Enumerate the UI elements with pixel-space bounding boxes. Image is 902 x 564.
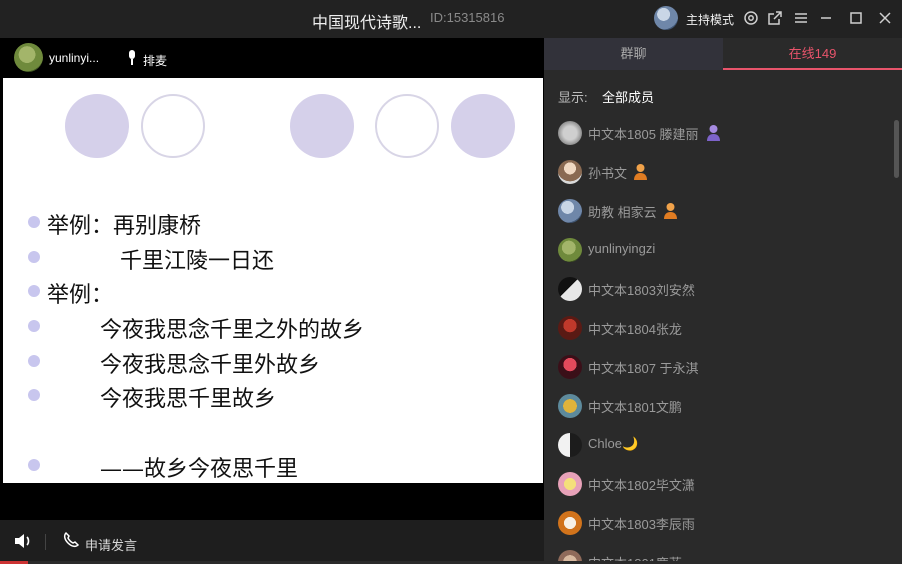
member-name: 中文本1805 滕建丽 bbox=[588, 127, 699, 142]
avatar bbox=[558, 511, 582, 535]
presenter-name: yunlinyi... bbox=[49, 51, 100, 65]
avatar bbox=[558, 277, 582, 301]
avatar bbox=[558, 199, 582, 223]
member-name: 中文本1807 于永淇 bbox=[588, 361, 699, 376]
presenter-avatar[interactable] bbox=[14, 43, 43, 72]
list-item[interactable]: Chloe🌙 bbox=[544, 426, 892, 465]
list-item[interactable]: 中文本1803刘安然 bbox=[544, 270, 892, 309]
share-icon[interactable] bbox=[766, 9, 784, 27]
list-item[interactable]: yunlinyingzi bbox=[544, 231, 892, 270]
decor-circle bbox=[141, 94, 205, 158]
decor-circle bbox=[65, 94, 129, 158]
host-mode-label[interactable]: 主持模式 bbox=[686, 11, 734, 28]
avatar bbox=[558, 238, 582, 262]
member-name: Chloe🌙 bbox=[588, 436, 639, 451]
member-name: 中文本1801文鹏 bbox=[588, 400, 682, 415]
window-title: 中国现代诗歌... bbox=[312, 15, 422, 32]
slide-line: 千里江陵一日还 bbox=[3, 241, 543, 275]
minimize-icon[interactable] bbox=[817, 9, 835, 27]
member-name: 中文本1803刘安然 bbox=[588, 283, 695, 298]
queue-mic-button[interactable]: 排麦 bbox=[143, 52, 167, 69]
menu-icon[interactable] bbox=[792, 9, 810, 27]
slide-line: ——故乡今夜思千里 bbox=[3, 449, 543, 483]
tab-online[interactable]: 在线149 bbox=[723, 38, 902, 70]
settings-icon[interactable] bbox=[742, 9, 760, 27]
decor-circle bbox=[290, 94, 354, 158]
list-item[interactable]: 中文本1807 于永淇 bbox=[544, 348, 892, 387]
divider bbox=[45, 534, 46, 550]
microphone-icon[interactable] bbox=[127, 50, 137, 71]
bullet bbox=[28, 389, 40, 401]
bullet bbox=[28, 320, 40, 332]
stage-controls: 申请发言 bbox=[0, 520, 544, 564]
member-name: 中文本1803李辰雨 bbox=[588, 517, 695, 532]
bullet bbox=[28, 285, 40, 297]
decor-circle bbox=[375, 94, 439, 158]
member-name: yunlinyingzi bbox=[588, 241, 656, 256]
bullet bbox=[28, 459, 40, 471]
member-name: 中文本1804张龙 bbox=[588, 322, 682, 337]
person-badge-icon bbox=[663, 202, 678, 219]
scrollbar[interactable] bbox=[894, 120, 899, 178]
phone-icon[interactable] bbox=[62, 531, 80, 554]
avatar bbox=[558, 160, 582, 184]
person-badge-icon bbox=[633, 163, 648, 180]
panel-tabs: 群聊 在线149 bbox=[544, 38, 902, 70]
slide-line-text: 举例： bbox=[47, 283, 114, 308]
slide-line-text: 举例：再别康桥 bbox=[47, 214, 202, 239]
avatar bbox=[558, 316, 582, 340]
avatar bbox=[558, 355, 582, 379]
member-name: 中文本1802毕文潇 bbox=[588, 478, 695, 493]
decor-circle bbox=[451, 94, 515, 158]
request-speak-button[interactable]: 申请发言 bbox=[85, 535, 137, 554]
slide-line: 举例： bbox=[3, 275, 543, 309]
list-item[interactable]: 中文本1805 滕建丽 bbox=[544, 114, 892, 153]
member-name: 助教 相家云 bbox=[588, 205, 657, 220]
slide-line-text: 今夜我思念千里外故乡 bbox=[100, 353, 321, 378]
list-item[interactable]: 中文本1803李辰雨 bbox=[544, 504, 892, 543]
slide-line: 举例：再别康桥 bbox=[3, 206, 543, 240]
maximize-icon[interactable] bbox=[847, 9, 865, 27]
filter-label: 显示: bbox=[558, 90, 588, 105]
person-badge-icon bbox=[706, 124, 721, 141]
title-bar: 中国现代诗歌... ID:15315816 主持模式 bbox=[0, 0, 902, 38]
host-avatar[interactable] bbox=[654, 6, 678, 30]
avatar bbox=[558, 394, 582, 418]
presentation-slide: 举例：再别康桥 千里江陵一日还 举例： 今夜我思念千里之外的故乡 今夜我思念千里… bbox=[3, 78, 543, 483]
avatar bbox=[558, 472, 582, 496]
member-list: 中文本1805 滕建丽 孙书文 助教 相家云 yunlinyingzi 中文本1… bbox=[544, 114, 902, 564]
slide-line: 今夜我思千里故乡 bbox=[3, 379, 543, 413]
avatar bbox=[558, 121, 582, 145]
list-item[interactable]: 孙书文 bbox=[544, 153, 892, 192]
tab-group-chat[interactable]: 群聊 bbox=[544, 38, 723, 70]
bullet bbox=[28, 355, 40, 367]
slide-line-text: ——故乡今夜思千里 bbox=[100, 457, 299, 482]
slide-line-text: 千里江陵一日还 bbox=[120, 249, 275, 274]
close-icon[interactable] bbox=[876, 9, 894, 27]
list-item[interactable]: 中文本1801文鹏 bbox=[544, 387, 892, 426]
filter-dropdown[interactable]: 全部成员 bbox=[602, 87, 654, 106]
member-name: 孙书文 bbox=[588, 166, 628, 181]
presenter-bar: yunlinyi... 排麦 bbox=[0, 38, 544, 78]
room-id: ID:15315816 bbox=[430, 10, 505, 25]
bullet bbox=[28, 251, 40, 263]
speaker-icon[interactable] bbox=[13, 532, 33, 555]
side-panel: 群聊 在线149 显示: 全部成员 中文本1805 滕建丽 孙书文 助教 相家云 bbox=[544, 38, 902, 564]
slide-line: 今夜我思念千里之外的故乡 bbox=[3, 310, 543, 344]
slide-line: 今夜我思念千里外故乡 bbox=[3, 345, 543, 379]
list-item[interactable]: 助教 相家云 bbox=[544, 192, 892, 231]
video-stage: yunlinyi... 排麦 举例：再别康桥 千里江陵一日还 举例： 今夜我思念… bbox=[0, 38, 544, 564]
bullet bbox=[28, 216, 40, 228]
slide-line-text: 今夜我思念千里之外的故乡 bbox=[100, 318, 365, 343]
avatar bbox=[558, 433, 582, 457]
list-item[interactable]: 中文本1804张龙 bbox=[544, 309, 892, 348]
list-item[interactable]: 中文本1802毕文潇 bbox=[544, 465, 892, 504]
slide-line-text: 今夜我思千里故乡 bbox=[100, 387, 277, 412]
